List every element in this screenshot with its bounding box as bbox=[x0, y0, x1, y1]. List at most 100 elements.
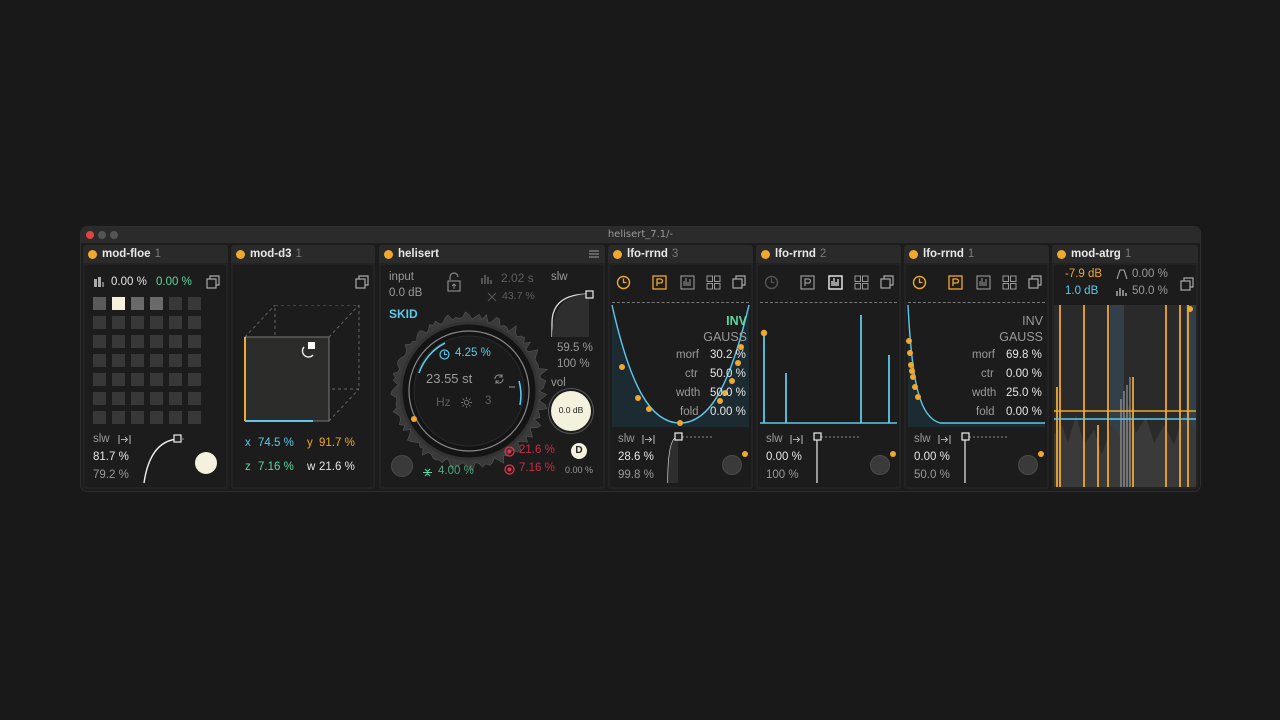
gauss-toggle[interactable]: GAUSS bbox=[703, 330, 747, 344]
copy-icon[interactable] bbox=[355, 275, 370, 290]
depth-knob[interactable] bbox=[1018, 455, 1038, 475]
inv-toggle[interactable]: INV bbox=[726, 314, 747, 328]
power-dot-icon[interactable] bbox=[88, 250, 97, 259]
wdth-value[interactable]: 50.0 % bbox=[710, 387, 746, 399]
slw-value-2[interactable]: 100 % bbox=[557, 358, 590, 370]
floe-value-1[interactable]: 0.00 % bbox=[111, 276, 147, 288]
grid-cell[interactable] bbox=[150, 354, 163, 367]
wave-icon[interactable] bbox=[828, 275, 843, 290]
p-icon[interactable] bbox=[948, 275, 963, 290]
loop-icon[interactable] bbox=[493, 373, 505, 385]
fold-value[interactable]: 0.00 % bbox=[1006, 406, 1042, 418]
slw-value-2[interactable]: 79.2 % bbox=[93, 469, 129, 481]
ring-number[interactable]: 3 bbox=[485, 395, 491, 407]
clock-icon[interactable] bbox=[764, 275, 779, 290]
slw-value-1[interactable]: 0.00 % bbox=[766, 451, 802, 463]
grid-cell[interactable] bbox=[131, 335, 144, 348]
input-value[interactable]: 0.0 dB bbox=[389, 287, 422, 299]
grid-cell[interactable] bbox=[93, 335, 106, 348]
y-value[interactable]: 91.7 % bbox=[319, 437, 355, 449]
grid-cell[interactable] bbox=[188, 335, 201, 348]
grid-cell[interactable] bbox=[188, 392, 201, 405]
slew-curve[interactable] bbox=[140, 433, 184, 485]
copy-icon[interactable] bbox=[1180, 277, 1195, 292]
power-dot-icon[interactable] bbox=[384, 250, 393, 259]
gain-db[interactable]: 1.0 dB bbox=[1065, 285, 1098, 297]
red-value-2[interactable]: 7.16 % bbox=[519, 462, 555, 474]
grid-cell[interactable] bbox=[93, 316, 106, 329]
copy-icon[interactable] bbox=[880, 275, 895, 290]
ctr-value[interactable]: 0.00 % bbox=[1006, 368, 1042, 380]
wave-icon[interactable] bbox=[680, 275, 695, 290]
slw-value-2[interactable]: 50.0 % bbox=[914, 469, 950, 481]
lock-to-icon[interactable] bbox=[118, 434, 131, 445]
lock-to-icon[interactable] bbox=[790, 434, 803, 445]
slw-value-1[interactable]: 81.7 % bbox=[93, 451, 129, 463]
grid-icon[interactable] bbox=[1002, 275, 1017, 290]
lock-to-icon[interactable] bbox=[642, 434, 655, 445]
grid-cell[interactable] bbox=[169, 335, 182, 348]
grid-cell[interactable] bbox=[169, 316, 182, 329]
floe-value-2[interactable]: 0.00 % bbox=[156, 276, 192, 288]
grid-cell[interactable] bbox=[150, 335, 163, 348]
grid-cell[interactable] bbox=[188, 354, 201, 367]
grid-cell[interactable] bbox=[150, 316, 163, 329]
power-dot-icon[interactable] bbox=[1057, 250, 1066, 259]
grid-cell[interactable] bbox=[188, 373, 201, 386]
grid-cell[interactable] bbox=[112, 335, 125, 348]
bottom-value[interactable]: 4.00 % bbox=[438, 465, 474, 477]
power-dot-icon[interactable] bbox=[613, 250, 622, 259]
morf-value[interactable]: 30.2 % bbox=[710, 349, 746, 361]
slw-value-2[interactable]: 99.8 % bbox=[618, 469, 654, 481]
grid-cell[interactable] bbox=[150, 297, 163, 310]
slw-value-2[interactable]: 100 % bbox=[766, 469, 799, 481]
z-value[interactable]: 7.16 % bbox=[258, 461, 294, 473]
grid-cell[interactable] bbox=[188, 316, 201, 329]
grid-cell[interactable] bbox=[169, 354, 182, 367]
clock-icon[interactable] bbox=[616, 275, 631, 290]
grid-cell[interactable] bbox=[112, 297, 125, 310]
trigger-button[interactable] bbox=[195, 452, 217, 474]
device-header[interactable]: mod-atrg 1 bbox=[1052, 245, 1198, 263]
slw-value-1[interactable]: 28.6 % bbox=[618, 451, 654, 463]
clock-icon[interactable] bbox=[912, 275, 927, 290]
depth-knob[interactable] bbox=[722, 455, 742, 475]
grid-cell[interactable] bbox=[150, 411, 163, 424]
copy-icon[interactable] bbox=[206, 275, 221, 290]
slw-value-1[interactable]: 59.5 % bbox=[557, 342, 593, 354]
copy-icon[interactable] bbox=[732, 275, 747, 290]
grid-cell[interactable] bbox=[169, 373, 182, 386]
x-value[interactable]: 74.5 % bbox=[258, 437, 294, 449]
copy-icon[interactable] bbox=[1028, 275, 1043, 290]
grid-cell[interactable] bbox=[112, 316, 125, 329]
grid-cell[interactable] bbox=[93, 297, 106, 310]
p-icon[interactable] bbox=[800, 275, 815, 290]
w-value[interactable]: 21.6 % bbox=[319, 461, 355, 473]
lock-icon[interactable] bbox=[447, 272, 461, 292]
ctr-value[interactable]: 50.0 % bbox=[710, 368, 746, 380]
power-dot-icon[interactable] bbox=[909, 250, 918, 259]
grid-cell[interactable] bbox=[169, 411, 182, 424]
lock-to-icon[interactable] bbox=[938, 434, 951, 445]
menu-icon[interactable] bbox=[589, 249, 599, 259]
slew-curve[interactable] bbox=[549, 289, 599, 339]
device-header[interactable]: lfo-rrnd 2 bbox=[756, 245, 901, 263]
depth-knob[interactable] bbox=[870, 455, 890, 475]
grid-cell[interactable] bbox=[169, 392, 182, 405]
grid-cell[interactable] bbox=[112, 411, 125, 424]
d-button[interactable]: D bbox=[571, 443, 587, 459]
grid-cell[interactable] bbox=[112, 392, 125, 405]
grid-cell[interactable] bbox=[93, 354, 106, 367]
red-value-1[interactable]: 21.6 % bbox=[519, 444, 555, 456]
wave-icon[interactable] bbox=[976, 275, 991, 290]
grid-cell[interactable] bbox=[131, 297, 144, 310]
grid-cell[interactable] bbox=[112, 354, 125, 367]
grid-cell[interactable] bbox=[93, 373, 106, 386]
grid-cell[interactable] bbox=[112, 373, 125, 386]
p-icon[interactable] bbox=[652, 275, 667, 290]
grid-icon[interactable] bbox=[854, 275, 869, 290]
ring-semitones[interactable]: 23.55 st bbox=[426, 371, 472, 386]
grid-cell[interactable] bbox=[131, 411, 144, 424]
grid-cell[interactable] bbox=[150, 373, 163, 386]
grid-cell[interactable] bbox=[131, 373, 144, 386]
